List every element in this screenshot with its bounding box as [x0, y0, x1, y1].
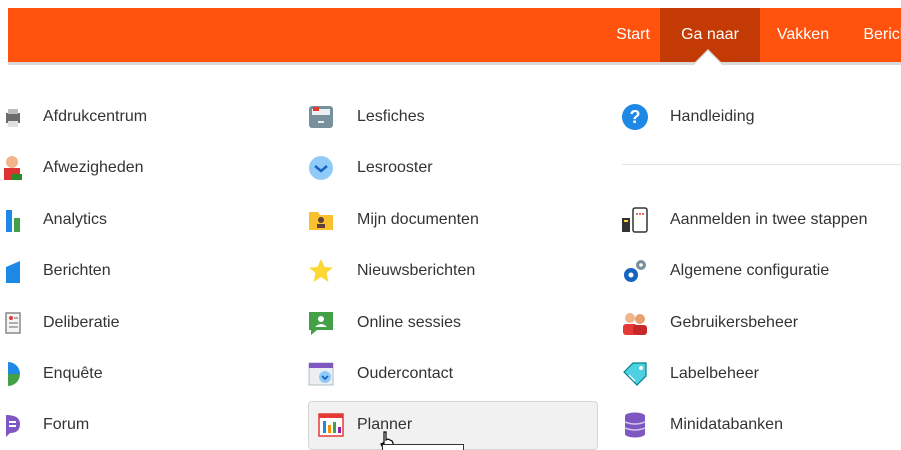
menu-item-oudercontact[interactable]: Oudercontact: [305, 354, 605, 394]
menu-item-berichten[interactable]: Berichten: [0, 251, 300, 291]
menu-item-labelbeheer[interactable]: Labelbeheer: [615, 354, 901, 394]
users-icon: [623, 313, 647, 335]
menu-item-lesrooster[interactable]: Lesrooster: [305, 148, 605, 188]
menu-item-deliberatie[interactable]: Deliberatie: [0, 303, 300, 343]
menu-item-label: Handleiding: [670, 108, 755, 125]
menu-item-label: Mijn documenten: [357, 211, 479, 228]
star-icon: [309, 259, 333, 282]
menu-item-handleiding[interactable]: ? Handleiding: [615, 97, 901, 137]
menu-item-nieuwsberichten[interactable]: Nieuwsberichten: [305, 251, 605, 291]
top-navigation-bar: Start Ga naar Vakken Berich: [8, 8, 901, 62]
menu-item-label: Forum: [43, 416, 90, 433]
menu-item-planner[interactable]: Planner: [305, 405, 605, 445]
menu-item-algemene-configuratie[interactable]: Algemene configuratie: [615, 251, 901, 291]
svg-text:?: ?: [630, 107, 641, 127]
menu-item-aanmelden-in-twee-stappen[interactable]: Aanmelden in twee stappen: [615, 200, 901, 240]
calendar-clock-icon: [308, 362, 334, 386]
menu-divider: [622, 164, 901, 165]
chat-bubble-icon: [6, 415, 20, 437]
menu-item-label: Enquête: [43, 365, 103, 382]
bar-chart-icon: [6, 210, 20, 232]
nav-start[interactable]: Start: [606, 8, 660, 62]
menu-item-minidatabanken[interactable]: Minidatabanken: [615, 405, 901, 445]
menu-item-online-sessies[interactable]: Online sessies: [305, 303, 605, 343]
tag-icon: [623, 362, 647, 386]
dropdown-caret: [694, 51, 722, 65]
menu-item-label: Afwezigheden: [43, 159, 144, 176]
folder-user-icon: [309, 212, 333, 230]
menu-item-label: Gebruikersbeheer: [670, 314, 799, 331]
person-absent-icon: [4, 156, 22, 180]
menu-item-label: Online sessies: [357, 314, 462, 331]
clipboard-icon: [5, 312, 21, 334]
topbar-shadow: [8, 62, 901, 65]
video-chat-icon: [309, 312, 333, 335]
menu-item-forum[interactable]: Forum: [0, 405, 300, 445]
menu-item-label: Oudercontact: [357, 365, 454, 382]
menu-item-label: Berichten: [43, 262, 111, 279]
menu-item-label: Afdrukcentrum: [43, 108, 148, 125]
file-cabinet-icon: [309, 106, 333, 128]
menu-item-label: Nieuwsberichten: [357, 262, 476, 279]
menu-item-lesfiches[interactable]: Lesfiches: [305, 97, 605, 137]
menu-item-mijn-documenten[interactable]: Mijn documenten: [305, 200, 605, 240]
help-icon: ?: [622, 104, 648, 130]
menu-item-afdrukcentrum[interactable]: Afdrukcentrum: [0, 97, 300, 137]
menu-item-label: Aanmelden in twee stappen: [670, 211, 868, 228]
gears-icon: [624, 260, 646, 282]
tooltip-stub: [382, 444, 464, 450]
menu-item-label: Analytics: [43, 211, 108, 228]
printer-icon: [6, 109, 20, 127]
menu-item-analytics[interactable]: Analytics: [0, 200, 300, 240]
menu-item-label: Deliberatie: [43, 314, 120, 331]
menu-item-afwezigheden[interactable]: Afwezigheden: [0, 148, 300, 188]
menu-item-label: Lesrooster: [357, 159, 433, 176]
nav-berichten[interactable]: Berich: [846, 8, 901, 62]
menu-item-gebruikersbeheer[interactable]: Gebruikersbeheer: [615, 303, 901, 343]
menu-item-enquete[interactable]: Enquête: [0, 354, 300, 394]
menu-item-label: Labelbeheer: [670, 365, 759, 382]
pie-chart-icon: [8, 362, 20, 386]
two-factor-icon: [622, 207, 648, 233]
menu-item-label: Algemene configuratie: [670, 262, 830, 279]
nav-vakken[interactable]: Vakken: [760, 8, 846, 62]
database-icon: [624, 412, 646, 438]
menu-item-label: Lesfiches: [357, 108, 425, 125]
clock-icon: [309, 156, 333, 180]
message-icon: [6, 261, 20, 283]
planner-chart-icon: [318, 413, 344, 437]
menu-item-label: Minidatabanken: [670, 416, 783, 433]
